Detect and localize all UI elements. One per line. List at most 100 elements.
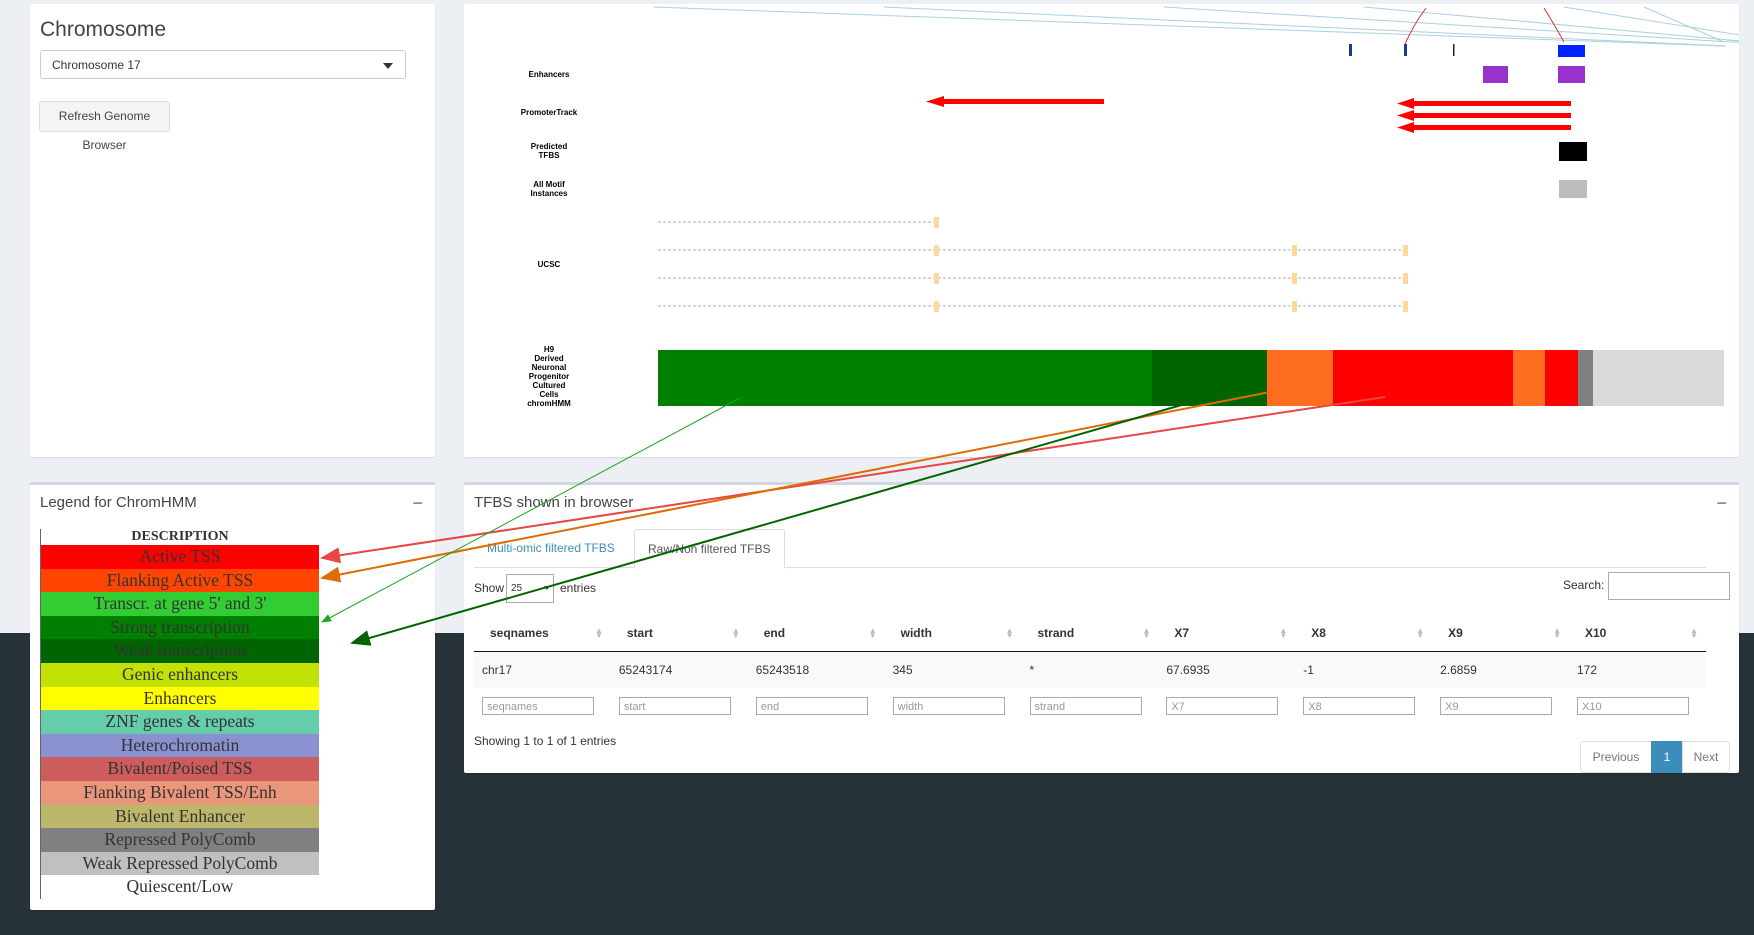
refresh-genome-browser-button[interactable]: Refresh Genome Browser <box>39 101 170 152</box>
column-header[interactable]: seqnames ▲ ▼ <box>474 615 611 652</box>
search-input[interactable] <box>1608 572 1730 600</box>
search-label: Search: <box>1563 578 1605 592</box>
table-cell: 345 <box>884 651 1022 688</box>
column-header[interactable]: X7 ▲ ▼ <box>1158 615 1296 652</box>
column-header[interactable]: X8 ▲ ▼ <box>1295 615 1433 652</box>
tfbs-tabs: Multi-omic filtered TFBS Raw/Non filtere… <box>474 529 1706 569</box>
column-header-label: X8 <box>1311 626 1326 640</box>
legend-row: Strong transcription <box>41 615 319 640</box>
sort-icon: ▲ ▼ <box>1005 626 1014 640</box>
column-header-label: end <box>763 626 786 640</box>
table-cell: 65243174 <box>610 651 748 688</box>
table-cell: chr17 <box>474 651 611 688</box>
legend-title: Legend for ChromHMM <box>40 494 197 511</box>
predicted-tfbs-feature <box>1559 142 1587 161</box>
genome-tracks[interactable] <box>464 4 1739 457</box>
gene-marker <box>1453 44 1455 56</box>
tfbs-table: seqnames ▲ ▼ start ▲ ▼ end ▲ ▼ width ▲ ▼ strand ▲ ▼ X7 ▲… <box>474 615 1706 724</box>
sort-icon: ▲ ▼ <box>1142 626 1151 640</box>
sort-icon: ▲ ▼ <box>594 626 603 640</box>
tfbs-title: TFBS shown in browser <box>474 494 634 511</box>
chromosome-select[interactable]: Chromosome 17 <box>40 50 406 79</box>
sort-icon: ▲ ▼ <box>1690 626 1698 640</box>
ucsc-transcripts <box>658 221 1404 307</box>
page-length-value: 25 <box>511 583 523 594</box>
legend-row: Bivalent Enhancer <box>41 804 319 829</box>
tfbs-collapse-button[interactable]: − <box>1716 493 1727 514</box>
chevron-down-icon <box>544 586 550 590</box>
filter-cell: X10 <box>1569 688 1706 724</box>
column-filter-input[interactable]: strand <box>1029 697 1142 715</box>
column-header[interactable]: strand ▲ ▼ <box>1021 615 1159 652</box>
table-cell: 65243518 <box>747 651 885 688</box>
legend-row: Transcr. at gene 5' and 3' <box>41 592 319 616</box>
sort-icon: ▲ ▼ <box>868 626 877 640</box>
legend-collapse-button[interactable]: − <box>412 493 423 514</box>
legend-row: Repressed PolyComb <box>41 828 319 852</box>
chromosome-select-value: Chromosome 17 <box>52 58 141 72</box>
tab-multi-omic-filtered[interactable]: Multi-omic filtered TFBS <box>474 529 628 567</box>
legend-row: ZNF genes & repeats <box>41 710 319 734</box>
column-header-label: seqnames <box>490 626 549 640</box>
legend-row: Weak transcription <box>41 639 319 663</box>
filter-row: seqnames start end width strand X7 X8 X9 X10 <box>474 688 1706 724</box>
filter-cell: start <box>611 688 748 724</box>
filter-cell: end <box>748 688 885 724</box>
column-header[interactable]: end ▲ ▼ <box>747 615 885 652</box>
table-cell: 172 <box>1569 651 1706 688</box>
column-filter-input[interactable]: X7 <box>1166 697 1279 715</box>
ideogram-connector-lines <box>653 6 1739 47</box>
column-filter-input[interactable]: X10 <box>1577 697 1689 715</box>
tab-raw-non-filtered[interactable]: Raw/Non filtered TFBS <box>634 529 785 569</box>
column-header[interactable]: start ▲ ▼ <box>610 615 748 652</box>
filter-cell: X9 <box>1432 688 1569 724</box>
chromosome-panel: Chromosome Chromosome 17 Refresh Genome … <box>30 4 435 457</box>
table-header-row: seqnames ▲ ▼ start ▲ ▼ end ▲ ▼ width ▲ ▼ strand ▲ ▼ X7 ▲… <box>474 615 1706 652</box>
table-cell: -1 <box>1295 651 1433 688</box>
genome-browser-panel: Enhancers PromoterTrack Predicted TFBS A… <box>464 4 1739 457</box>
sort-icon: ▲ ▼ <box>1279 626 1288 640</box>
column-filter-input[interactable]: seqnames <box>482 697 594 715</box>
legend-row: Active TSS <box>41 545 319 569</box>
column-header[interactable]: X10 ▲ ▼ <box>1569 615 1706 652</box>
filter-cell: strand <box>1022 688 1159 724</box>
column-filter-input[interactable]: end <box>755 697 868 715</box>
next-button[interactable]: Next <box>1682 741 1730 773</box>
column-header-label: strand <box>1037 626 1075 640</box>
filter-cell: width <box>885 688 1022 724</box>
page-length-select[interactable]: 25 <box>506 574 554 603</box>
legend-header: DESCRIPTION <box>131 529 229 544</box>
gene-marker <box>1349 44 1352 56</box>
column-header[interactable]: X9 ▲ ▼ <box>1432 615 1569 652</box>
table-cell: 67.6935 <box>1158 651 1296 688</box>
page-1-button[interactable]: 1 <box>1651 741 1683 773</box>
motif-instance-feature <box>1559 180 1587 198</box>
legend-row: Heterochromatin <box>41 733 319 758</box>
table-cell: 2.6859 <box>1432 651 1569 688</box>
column-header-label: X10 <box>1585 626 1607 640</box>
column-header[interactable]: width ▲ ▼ <box>884 615 1022 652</box>
column-filter-input[interactable]: X9 <box>1440 697 1553 715</box>
filter-cell: seqnames <box>474 688 611 724</box>
gene-marker <box>1558 45 1585 57</box>
legend-row: Bivalent/Poised TSS <box>41 757 319 781</box>
promoter-features <box>926 96 1571 133</box>
table-row: chr17 65243174 65243518 345 * 67.6935 -1 2.6859… <box>474 651 1706 688</box>
column-header-label: X7 <box>1174 626 1190 640</box>
enhancer-feature <box>1483 66 1508 83</box>
ucsc-exons <box>934 217 1408 312</box>
column-filter-input[interactable]: start <box>618 697 731 715</box>
previous-button[interactable]: Previous <box>1580 741 1652 773</box>
gene-marker <box>1404 44 1407 56</box>
enhancer-feature <box>1558 66 1585 83</box>
legend-row: Flanking Active TSS <box>41 568 319 593</box>
column-filter-input[interactable]: X8 <box>1303 697 1416 715</box>
table-cell: * <box>1021 651 1159 688</box>
sort-icon: ▲ ▼ <box>1416 626 1425 640</box>
column-header-label: width <box>900 626 932 640</box>
chromhmm-legend-table: DESCRIPTION Active TSS Flanking Active TS… <box>40 529 319 899</box>
filter-cell: X8 <box>1295 688 1432 724</box>
legend-row: Genic enhancers <box>41 662 319 687</box>
column-filter-input[interactable]: width <box>892 697 1005 715</box>
ideogram-highlight-curves <box>1404 7 1565 45</box>
